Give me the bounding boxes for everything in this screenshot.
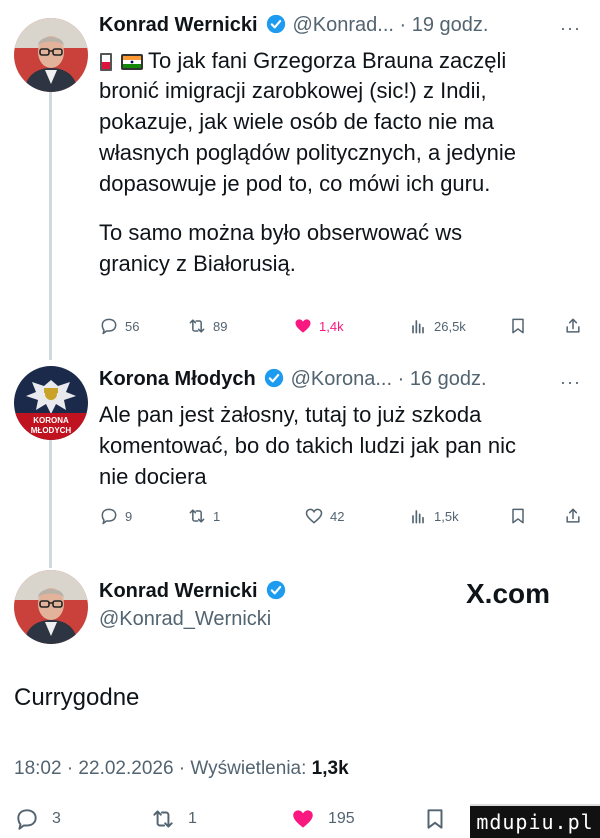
repost-button[interactable]: 1 <box>187 506 220 526</box>
poland-flag-icon <box>100 53 112 71</box>
author-name[interactable]: Konrad Wernicki <box>99 14 258 36</box>
repost-count: 1 <box>188 810 197 827</box>
thread-line <box>49 92 52 360</box>
heart-icon <box>305 508 323 524</box>
views-button[interactable]: 26,5k <box>408 316 466 336</box>
verified-badge-icon <box>264 368 284 388</box>
views-chart-icon <box>412 510 424 524</box>
like-count: 195 <box>328 810 355 827</box>
views-count: 1,5k <box>434 508 459 524</box>
text-line: dopasowuje je pod to, co mówi ich guru. <box>99 171 491 196</box>
like-button[interactable]: 1,4k <box>293 316 344 336</box>
heart-filled-icon <box>293 810 313 828</box>
text-line: To samo można było obserwować ws <box>99 220 463 245</box>
author-handle[interactable]: @Konrad_Wernicki <box>99 608 271 631</box>
author-name[interactable]: Korona Młodych <box>99 368 256 390</box>
timestamp-row: 18:02 · 22.02.2026 · Wyświetlenia: 1,3k <box>14 758 349 780</box>
flag-row <box>99 52 143 72</box>
india-flag-icon <box>121 54 143 70</box>
repost-button[interactable]: 89 <box>187 316 227 336</box>
handle-time[interactable]: @Konrad... · 19 godz. <box>292 14 488 36</box>
avatar[interactable]: KORONA MŁODYCH <box>14 366 88 440</box>
handle-time[interactable]: @Korona... · 16 godz. <box>291 368 487 390</box>
tweet-text: To jak fani Grzegorza Brauna zaczęli <box>148 46 588 76</box>
views-count: 26,5k <box>434 318 466 334</box>
repost-icon <box>153 810 173 828</box>
share-button[interactable] <box>563 506 583 526</box>
x-logo-text: X.com <box>466 578 551 609</box>
avatar[interactable] <box>14 18 88 92</box>
reply-count: 56 <box>125 318 140 334</box>
text-line: bronić imigracji zarobkowej (sic!) z Ind… <box>99 78 487 103</box>
reply-count: 3 <box>52 810 61 827</box>
avatar-text: KORONA <box>33 416 69 425</box>
reply-button[interactable]: 9 <box>99 506 132 526</box>
site-watermark: mdupiu.pl <box>470 804 600 838</box>
text-line: To jak fani Grzegorza Brauna zaczęli <box>148 48 507 73</box>
reply-icon <box>101 318 117 335</box>
reply-text: Currygodne <box>14 684 140 711</box>
repost-count: 89 <box>213 318 228 334</box>
more-options-icon[interactable]: ··· <box>560 18 581 39</box>
bookmark-button[interactable] <box>508 316 528 336</box>
reply-icon <box>17 809 37 830</box>
text-line: komentować, bo do takich ludzi jak pan n… <box>99 433 517 458</box>
bookmark-button[interactable] <box>508 506 528 526</box>
like-count: 1,4k <box>319 318 344 334</box>
repost-icon <box>189 319 205 333</box>
views-chart-icon <box>412 320 424 334</box>
avatar[interactable] <box>14 570 88 644</box>
text-line: granicy z Białorusią. <box>99 251 296 276</box>
text-line: Ale pan jest żałosny, tutaj to już szkod… <box>99 402 482 427</box>
view-count: 1,3k <box>311 758 349 779</box>
more-options-icon[interactable]: ··· <box>560 372 581 393</box>
avatar-text: MŁODYCH <box>31 426 72 435</box>
like-count: 42 <box>330 508 345 524</box>
like-button[interactable]: 42 <box>304 506 344 526</box>
repost-button[interactable]: 1 <box>150 806 197 832</box>
verified-badge-icon <box>266 14 286 34</box>
like-button[interactable]: 195 <box>290 806 355 832</box>
tweet-header: Korona Młodych @Korona... · 16 godz. <box>99 368 589 396</box>
tweet-text: Ale pan jest żałosny, tutaj to już szkod… <box>99 400 589 493</box>
repost-count: 1 <box>213 508 221 524</box>
bookmark-icon <box>427 809 443 829</box>
thread-line <box>49 440 52 568</box>
share-icon <box>566 318 580 333</box>
timestamp: 18:02 · 22.02.2026 · Wyświetlenia: <box>14 758 312 779</box>
bookmark-button[interactable] <box>422 806 448 832</box>
text-line: pokazuje, jak wiele osób de facto nie ma <box>99 109 495 134</box>
reply-count: 9 <box>125 508 133 524</box>
bookmark-icon <box>512 508 524 524</box>
share-icon <box>566 508 580 523</box>
tweet-text: bronić imigracji zarobkowej (sic!) z Ind… <box>99 76 589 280</box>
heart-filled-icon <box>295 319 311 333</box>
views-button[interactable]: 1,5k <box>408 506 459 526</box>
repost-icon <box>189 509 205 523</box>
reply-icon <box>101 508 117 525</box>
reply-button[interactable]: 3 <box>14 806 61 832</box>
bookmark-icon <box>512 318 524 334</box>
text-line: nie dociera <box>99 464 207 489</box>
author-name[interactable]: Konrad Wernicki <box>99 580 258 602</box>
tweet-header: Konrad Wernicki @Konrad... · 19 godz. <box>99 14 589 42</box>
verified-badge-icon <box>266 580 286 600</box>
reply-button[interactable]: 56 <box>99 316 139 336</box>
text-line: własnych poglądów politycznych, a jedyni… <box>99 140 517 165</box>
share-button[interactable] <box>563 316 583 336</box>
reply-header: Konrad Wernicki <box>99 580 288 603</box>
